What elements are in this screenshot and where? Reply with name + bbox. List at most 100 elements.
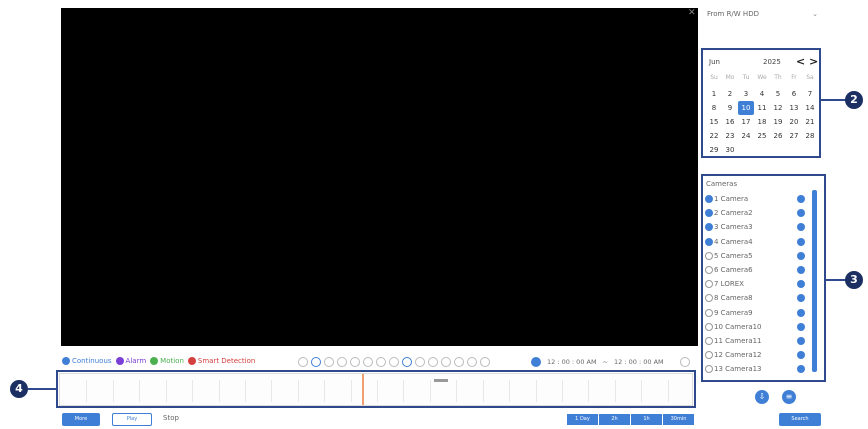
control-icon[interactable] bbox=[363, 357, 373, 367]
camera-checkbox[interactable] bbox=[705, 294, 713, 303]
calendar-day[interactable]: 20 bbox=[786, 115, 802, 129]
camera-row[interactable]: 12 Camera12 bbox=[705, 348, 807, 362]
camera-checkbox[interactable] bbox=[705, 266, 713, 275]
camera-checkbox[interactable] bbox=[705, 251, 713, 260]
camera-row[interactable]: 1 Camera bbox=[705, 192, 807, 206]
calendar-day[interactable]: 12 bbox=[770, 101, 786, 115]
camera-settings-icon[interactable] bbox=[797, 209, 805, 218]
calendar-day[interactable]: 18 bbox=[754, 115, 770, 129]
legend-item[interactable]: Motion bbox=[150, 357, 184, 365]
camera-row[interactable]: 9 Camera9 bbox=[705, 306, 807, 320]
camera-row[interactable]: 13 Camera13 bbox=[705, 362, 807, 376]
source-dropdown[interactable]: From R/W HDD ⌄ bbox=[703, 6, 822, 21]
camera-checkbox[interactable] bbox=[705, 223, 713, 232]
control-icon[interactable] bbox=[389, 357, 399, 367]
zoom-button[interactable]: 1h bbox=[631, 414, 662, 425]
camera-settings-icon[interactable] bbox=[797, 322, 805, 331]
camera-row[interactable]: 8 Camera8 bbox=[705, 291, 807, 305]
camera-list-scrollbar[interactable] bbox=[812, 190, 817, 372]
camera-checkbox[interactable] bbox=[705, 280, 713, 289]
control-icon[interactable] bbox=[441, 357, 451, 367]
calendar-day[interactable]: 11 bbox=[754, 101, 770, 115]
calendar-day[interactable]: 2 bbox=[722, 87, 738, 101]
search-button[interactable]: Search bbox=[779, 413, 821, 426]
camera-row[interactable]: 3 Camera3 bbox=[705, 220, 807, 234]
control-icon[interactable] bbox=[428, 357, 438, 367]
legend-item[interactable]: Alarm bbox=[115, 357, 146, 365]
calendar-day[interactable]: 16 bbox=[722, 115, 738, 129]
calendar-day[interactable]: 4 bbox=[754, 87, 770, 101]
backup-icon[interactable]: ⇩ bbox=[755, 390, 769, 404]
legend-item[interactable]: Smart Detection bbox=[187, 357, 255, 365]
camera-checkbox[interactable] bbox=[705, 351, 713, 360]
more-button[interactable]: More bbox=[62, 413, 100, 426]
calendar-day[interactable]: 10 bbox=[738, 101, 754, 115]
camera-settings-icon[interactable] bbox=[797, 223, 805, 232]
camera-row[interactable]: 5 Camera5 bbox=[705, 249, 807, 263]
chevron-left-icon[interactable]: < bbox=[796, 55, 805, 68]
calendar-day[interactable]: 29 bbox=[706, 143, 722, 157]
calendar-day[interactable]: 1 bbox=[706, 87, 722, 101]
camera-checkbox[interactable] bbox=[705, 195, 713, 204]
camera-settings-icon[interactable] bbox=[797, 266, 805, 275]
list-icon[interactable]: ≡ bbox=[782, 390, 796, 404]
camera-row[interactable]: 11 Camera11 bbox=[705, 334, 807, 348]
calendar-day[interactable]: 30 bbox=[722, 143, 738, 157]
timeline[interactable] bbox=[59, 373, 693, 406]
zoom-button[interactable]: 1 Day bbox=[567, 414, 598, 425]
camera-row[interactable]: 4 Camera4 bbox=[705, 235, 807, 249]
refresh-icon[interactable] bbox=[680, 357, 690, 367]
camera-settings-icon[interactable] bbox=[797, 351, 805, 360]
camera-settings-icon[interactable] bbox=[797, 251, 805, 260]
camera-settings-icon[interactable] bbox=[797, 365, 805, 374]
camera-settings-icon[interactable] bbox=[797, 280, 805, 289]
calendar-day[interactable]: 15 bbox=[706, 115, 722, 129]
control-icon[interactable] bbox=[324, 357, 334, 367]
calendar-day[interactable]: 28 bbox=[802, 129, 818, 143]
calendar-day[interactable]: 21 bbox=[802, 115, 818, 129]
control-icon[interactable] bbox=[376, 357, 386, 367]
play-button[interactable]: Play bbox=[112, 413, 152, 426]
control-icon[interactable] bbox=[454, 357, 464, 367]
calendar-day[interactable]: 8 bbox=[706, 101, 722, 115]
camera-row[interactable]: 2 Camera2 bbox=[705, 206, 807, 220]
calendar-day[interactable]: 19 bbox=[770, 115, 786, 129]
calendar-day[interactable]: 5 bbox=[770, 87, 786, 101]
camera-checkbox[interactable] bbox=[705, 237, 713, 246]
calendar-day[interactable]: 25 bbox=[754, 129, 770, 143]
calendar-day[interactable]: 7 bbox=[802, 87, 818, 101]
close-icon[interactable]: ✕ bbox=[688, 8, 698, 18]
time-end[interactable]: 12 : 00 : 00 AM bbox=[614, 358, 664, 366]
calendar-day[interactable]: 13 bbox=[786, 101, 802, 115]
camera-settings-icon[interactable] bbox=[797, 294, 805, 303]
calendar-day[interactable]: 22 bbox=[706, 129, 722, 143]
play-control-icon[interactable] bbox=[311, 357, 321, 367]
control-icon[interactable] bbox=[467, 357, 477, 367]
calendar-day[interactable]: 23 bbox=[722, 129, 738, 143]
calendar-day[interactable]: 24 bbox=[738, 129, 754, 143]
camera-row[interactable]: 6 Camera6 bbox=[705, 263, 807, 277]
zoom-button[interactable]: 2h bbox=[599, 414, 630, 425]
sync-control-icon[interactable] bbox=[402, 357, 412, 367]
time-range[interactable]: 12 : 00 : 00 AM ~ 12 : 00 : 00 AM bbox=[531, 357, 664, 367]
camera-settings-icon[interactable] bbox=[797, 336, 805, 345]
zoom-button[interactable]: 30min bbox=[663, 414, 694, 425]
calendar-day[interactable]: 17 bbox=[738, 115, 754, 129]
camera-row[interactable]: 7 LOREX bbox=[705, 277, 807, 291]
calendar-day[interactable]: 6 bbox=[786, 87, 802, 101]
timeline-cursor[interactable] bbox=[362, 374, 364, 405]
camera-settings-icon[interactable] bbox=[797, 237, 805, 246]
chevron-right-icon[interactable]: > bbox=[809, 55, 818, 68]
camera-checkbox[interactable] bbox=[705, 322, 713, 331]
camera-checkbox[interactable] bbox=[705, 336, 713, 345]
calendar-day[interactable]: 27 bbox=[786, 129, 802, 143]
legend-item[interactable]: Continuous bbox=[62, 357, 112, 365]
playback-video[interactable] bbox=[61, 8, 698, 346]
calendar-day[interactable]: 26 bbox=[770, 129, 786, 143]
camera-row[interactable]: 10 Camera10 bbox=[705, 320, 807, 334]
calendar-day[interactable]: 14 bbox=[802, 101, 818, 115]
calendar-day[interactable]: 3 bbox=[738, 87, 754, 101]
calendar-day[interactable]: 9 bbox=[722, 101, 738, 115]
control-icon[interactable] bbox=[415, 357, 425, 367]
control-icon[interactable] bbox=[350, 357, 360, 367]
